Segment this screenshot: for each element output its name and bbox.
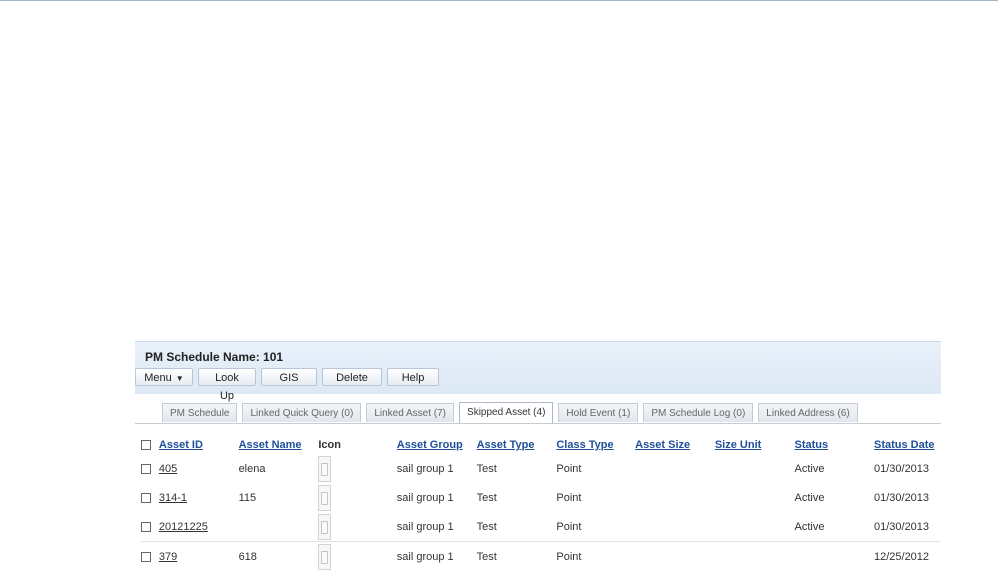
status-date-cell: 01/30/2013: [873, 491, 930, 504]
asset-id-link[interactable]: 405: [159, 463, 177, 475]
column-header-asset-name[interactable]: Asset Name: [239, 436, 319, 454]
status-cell: [794, 542, 874, 572]
asset-name-cell: [238, 512, 319, 542]
table-row: 20121225 sail group 1 Test Point Active …: [141, 512, 941, 542]
tab-divider: [135, 423, 941, 424]
column-header-asset-size[interactable]: Asset Size: [635, 436, 715, 454]
table-header-row: Asset ID Asset Name Icon Asset Group Ass…: [141, 436, 941, 454]
asset-group-cell: sail group 1: [396, 550, 454, 563]
status-date-cell: 01/30/2013: [873, 512, 941, 542]
tab-linked-quick-query[interactable]: Linked Quick Query (0): [242, 403, 362, 422]
row-checkbox[interactable]: [141, 492, 151, 503]
asset-size-cell: [635, 483, 715, 512]
column-header-size-unit[interactable]: Size Unit: [715, 436, 795, 454]
row-checkbox[interactable]: [141, 463, 151, 474]
lookup-button[interactable]: Look Up: [198, 368, 256, 402]
class-type-cell: Point: [556, 512, 636, 542]
select-all-cell: [141, 436, 159, 454]
column-header-status-date[interactable]: Status Date: [874, 436, 941, 454]
top-divider: [0, 0, 998, 1]
tab-linked-asset[interactable]: Linked Asset (7): [366, 403, 455, 422]
menu-button-label: Menu: [144, 372, 172, 384]
help-button[interactable]: Help: [387, 368, 439, 386]
panel-header: PM Schedule Name: 101 Menu ▼ Look Up GIS …: [135, 341, 941, 402]
asset-size-cell: [635, 542, 715, 572]
asset-type-cell: Test: [476, 512, 557, 542]
toolbar: Menu ▼ Look Up GIS Delete Help: [135, 368, 444, 402]
tab-skipped-asset[interactable]: Skipped Asset (4): [459, 402, 554, 423]
gis-button[interactable]: GIS: [261, 368, 317, 386]
tab-pm-schedule-log[interactable]: PM Schedule Log (0): [643, 403, 754, 422]
asset-image-icon: [318, 484, 332, 511]
status-cell: Active: [794, 491, 825, 504]
column-header-class-type[interactable]: Class Type: [556, 436, 635, 454]
select-all-checkbox[interactable]: [141, 440, 151, 451]
status-cell: Active: [794, 462, 825, 475]
size-unit-cell: [715, 542, 795, 572]
asset-name-cell: 115: [238, 491, 257, 504]
tab-hold-event[interactable]: Hold Event (1): [558, 403, 639, 422]
row-checkbox[interactable]: [141, 551, 151, 562]
status-date-cell: 01/30/2013: [873, 462, 930, 475]
column-header-asset-type[interactable]: Asset Type: [477, 436, 557, 454]
size-unit-cell: [715, 454, 795, 483]
column-header-asset-group[interactable]: Asset Group: [397, 436, 477, 454]
asset-group-cell: sail group 1: [396, 512, 477, 542]
column-header-icon: Icon: [318, 439, 341, 451]
row-checkbox[interactable]: [141, 521, 151, 532]
asset-id-link[interactable]: 20121225: [159, 521, 208, 533]
class-type-cell: Point: [556, 462, 582, 475]
size-unit-cell: [715, 483, 795, 512]
asset-image-icon: [318, 455, 332, 482]
table-row: 405 elena sail group 1 Test Point Active…: [141, 454, 941, 483]
class-type-cell: Point: [556, 550, 582, 563]
asset-image-icon: [318, 543, 332, 570]
delete-button[interactable]: Delete: [322, 368, 382, 386]
asset-type-cell: Test: [476, 491, 497, 504]
asset-id-link[interactable]: 314-1: [159, 492, 187, 504]
table-row: 314-1 115 sail group 1 Test Point Active…: [141, 483, 941, 512]
asset-type-cell: Test: [476, 550, 497, 563]
pm-schedule-panel: PM Schedule Name: 101 Menu ▼ Look Up GIS …: [135, 341, 941, 582]
asset-name-cell: elena: [238, 462, 266, 475]
asset-id-link[interactable]: 379: [159, 551, 177, 563]
asset-name-cell: 618: [238, 550, 257, 563]
table-row: 379 618 sail group 1 Test Point 12/25/20…: [141, 542, 941, 572]
tab-pm-schedule[interactable]: PM Schedule: [162, 403, 238, 422]
column-header-status[interactable]: Status: [794, 436, 874, 454]
chevron-down-icon: ▼: [175, 374, 184, 383]
page-title: PM Schedule Name: 101: [145, 350, 284, 364]
asset-image-icon: [318, 513, 332, 540]
asset-group-cell: sail group 1: [396, 462, 454, 475]
status-date-cell: 12/25/2012: [873, 550, 930, 563]
class-type-cell: Point: [556, 491, 582, 504]
status-cell: Active: [794, 512, 874, 542]
tab-linked-address[interactable]: Linked Address (6): [758, 403, 858, 422]
skipped-asset-table: Asset ID Asset Name Icon Asset Group Ass…: [141, 436, 941, 571]
asset-type-cell: Test: [476, 462, 497, 475]
asset-size-cell: [635, 512, 715, 542]
tab-bar: PM Schedule Linked Quick Query (0) Linke…: [162, 402, 863, 423]
menu-button[interactable]: Menu ▼: [135, 368, 193, 386]
asset-group-cell: sail group 1: [396, 491, 454, 504]
size-unit-cell: [714, 512, 795, 542]
column-header-asset-id[interactable]: Asset ID: [159, 436, 239, 454]
asset-size-cell: [635, 454, 715, 483]
